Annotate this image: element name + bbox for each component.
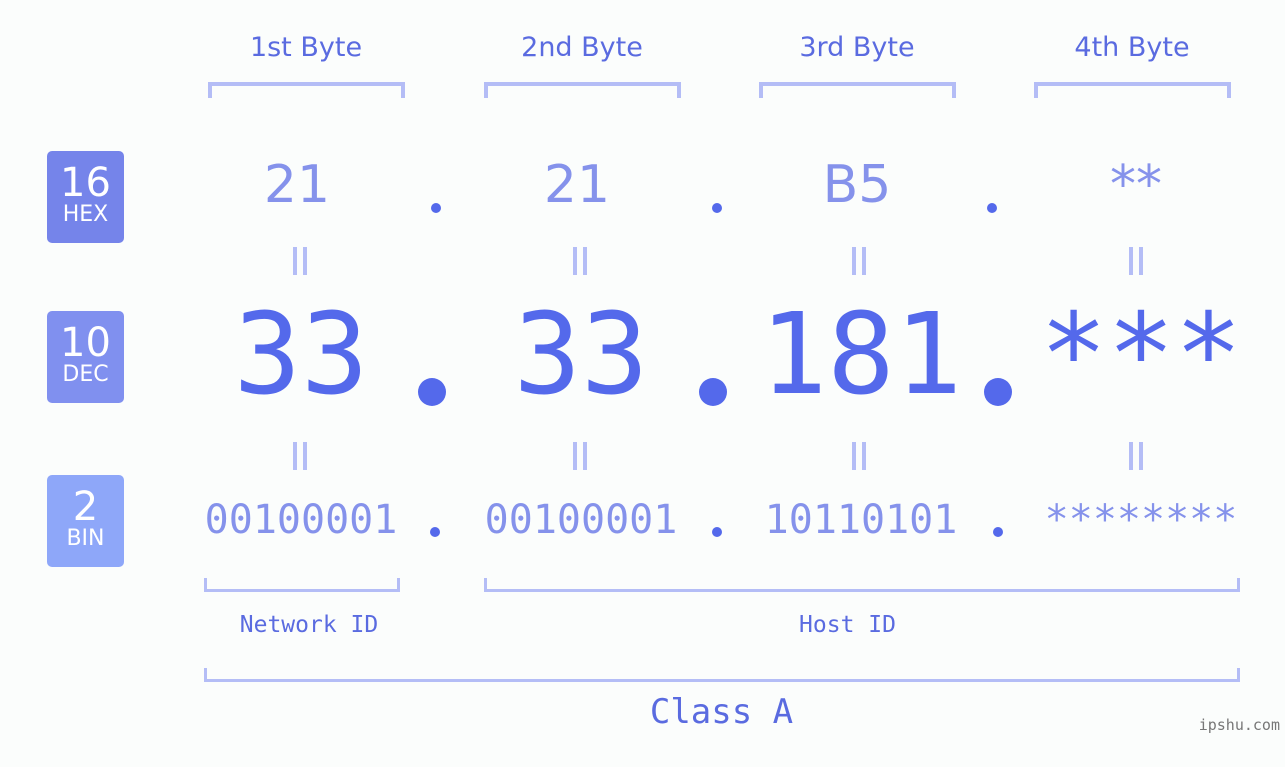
network-id-label: Network ID — [239, 612, 379, 638]
byte-header-1: 1st Byte — [249, 32, 363, 63]
bin-value-1: 00100001 — [204, 497, 398, 543]
bin-separator-dot — [712, 527, 722, 537]
network-id-bracket — [204, 578, 400, 592]
hex-separator-dot — [987, 203, 997, 213]
bin-separator-dot — [993, 527, 1003, 537]
hex-badge: 16 HEX — [47, 151, 124, 243]
byte-bracket-2 — [484, 82, 681, 98]
host-id-label: Host ID — [799, 612, 896, 638]
dec-badge-label: DEC — [62, 362, 109, 387]
hex-separator-dot — [712, 203, 722, 213]
equals-sign — [573, 442, 587, 470]
dec-value-2: 33 — [513, 290, 649, 420]
hex-badge-label: HEX — [62, 202, 109, 227]
equals-sign — [1129, 247, 1143, 275]
byte-bracket-1 — [208, 82, 405, 98]
bin-badge-number: 2 — [72, 484, 99, 530]
dec-value-3: 181 — [759, 290, 963, 420]
dec-badge-number: 10 — [60, 320, 111, 366]
hex-badge-number: 16 — [60, 160, 111, 206]
equals-sign — [293, 247, 307, 275]
hex-value-2: 21 — [543, 155, 611, 215]
byte-header-2: 2nd Byte — [521, 32, 643, 63]
bin-value-3: 10110101 — [764, 497, 958, 543]
byte-header-4: 4th Byte — [1074, 32, 1190, 63]
class-bracket — [204, 668, 1240, 682]
dec-separator-dot — [699, 378, 727, 406]
equals-sign — [1129, 442, 1143, 470]
equals-sign — [573, 247, 587, 275]
byte-header-3: 3rd Byte — [799, 32, 915, 63]
bin-value-4: ******** — [1044, 497, 1238, 543]
dec-badge: 10 DEC — [47, 311, 124, 403]
dec-separator-dot — [984, 378, 1012, 406]
equals-sign — [852, 442, 866, 470]
byte-bracket-3 — [759, 82, 956, 98]
class-label: Class A — [649, 692, 794, 732]
hex-value-3: B5 — [822, 155, 892, 215]
equals-sign — [293, 442, 307, 470]
hex-separator-dot — [431, 203, 441, 213]
host-id-bracket — [484, 578, 1240, 592]
bin-separator-dot — [430, 527, 440, 537]
byte-bracket-4 — [1034, 82, 1231, 98]
bin-badge: 2 BIN — [47, 475, 124, 567]
dec-value-4: *** — [1039, 290, 1243, 420]
hex-value-4: ** — [1110, 155, 1162, 215]
hex-value-1: 21 — [263, 155, 331, 215]
watermark: ipshu.com — [1198, 716, 1280, 734]
bin-value-2: 00100001 — [484, 497, 678, 543]
dec-value-1: 33 — [233, 290, 369, 420]
equals-sign — [852, 247, 866, 275]
bin-badge-label: BIN — [66, 526, 105, 551]
dec-separator-dot — [418, 378, 446, 406]
